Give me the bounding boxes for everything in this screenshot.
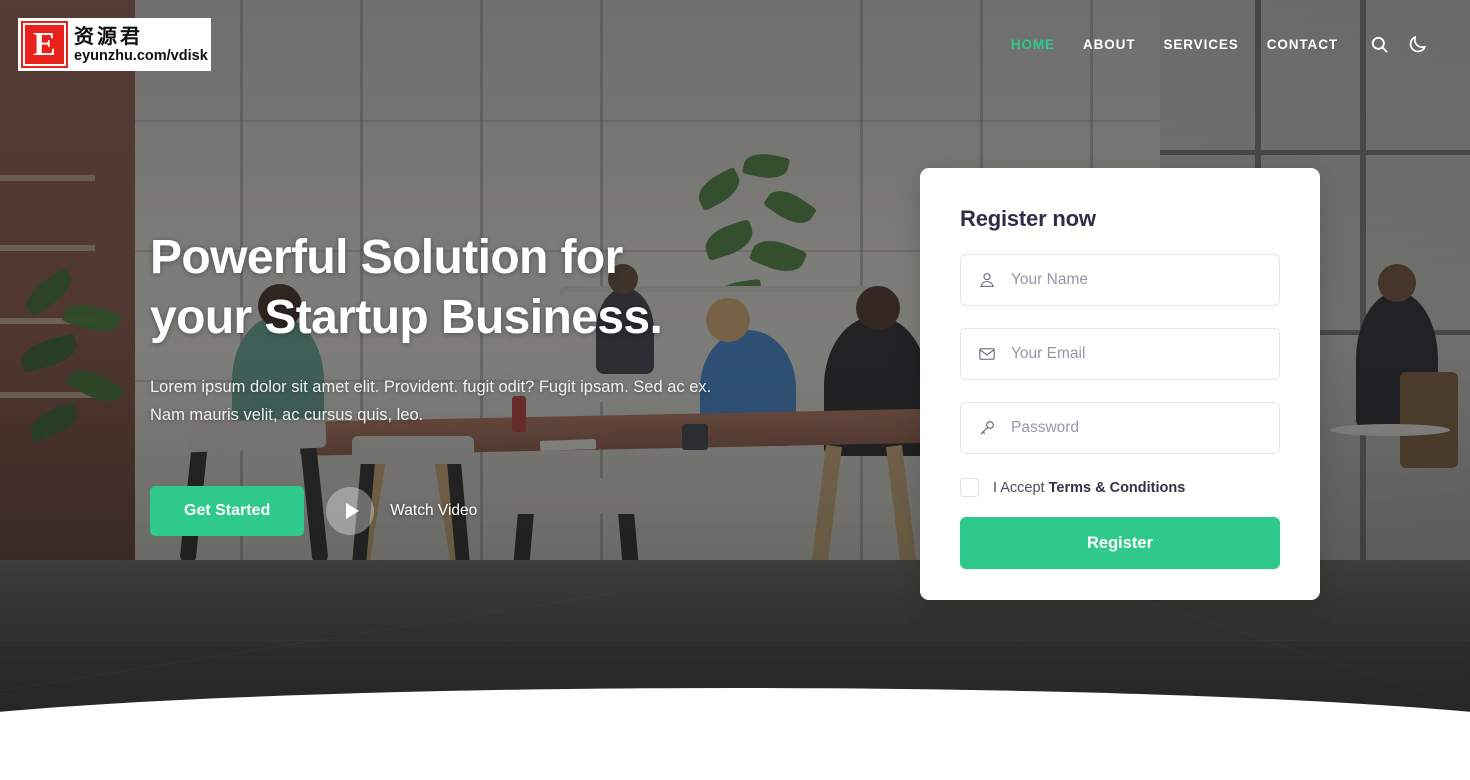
hero-content: Powerful Solution for your Startup Busin… [150, 228, 790, 536]
terms-prefix: I Accept [993, 479, 1049, 496]
nav-item-home[interactable]: HOME [997, 31, 1069, 58]
nav-item-about[interactable]: ABOUT [1069, 31, 1150, 58]
get-started-button[interactable]: Get Started [150, 485, 305, 536]
watch-video-label: Watch Video [390, 501, 478, 519]
hero-cta-row: Get Started Watch Video [150, 485, 790, 536]
hero-title-line2: your Startup Business. [150, 290, 663, 344]
hero-title: Powerful Solution for your Startup Busin… [150, 228, 790, 347]
watermark-chinese-name: 资源君 [74, 23, 143, 48]
register-submit-button[interactable]: Register [960, 517, 1280, 569]
nav-item-services[interactable]: SERVICES [1149, 31, 1252, 58]
password-field-wrapper[interactable] [960, 402, 1280, 454]
terms-label: I Accept Terms & Conditions [993, 480, 1185, 496]
envelope-icon [977, 344, 997, 364]
name-input[interactable] [1011, 271, 1263, 289]
watermark-overlay: E 资源君 eyunzhu.com/vdisk [18, 18, 211, 71]
nav-item-contact[interactable]: CONTACT [1253, 31, 1352, 58]
watermark-url: eyunzhu.com/vdisk [74, 47, 208, 64]
play-icon[interactable] [326, 486, 375, 535]
bottom-curve-divider [0, 688, 1470, 780]
hero-subtitle: Lorem ipsum dolor sit amet elit. Provide… [150, 378, 712, 425]
terms-link[interactable]: Terms & Conditions [1049, 480, 1186, 496]
watermark-text: 资源君 eyunzhu.com/vdisk [74, 26, 208, 64]
terms-checkbox[interactable] [960, 478, 979, 497]
email-input[interactable] [1011, 345, 1263, 363]
search-icon[interactable] [1366, 31, 1392, 57]
user-icon [977, 270, 997, 290]
main-navigation: HOME ABOUT SERVICES CONTACT [997, 31, 1430, 58]
header-icon-group [1366, 31, 1430, 57]
landing-page: SpaceDesk HOME ABOUT SERVICES CONTACT [0, 0, 1470, 780]
watermark-logo-letter: E [21, 21, 68, 68]
hero-title-line1: Powerful Solution for [150, 231, 623, 284]
email-field-wrapper[interactable] [960, 328, 1280, 380]
terms-row: I Accept Terms & Conditions [960, 478, 1280, 497]
register-card-title: Register now [960, 206, 1096, 231]
moon-icon[interactable] [1404, 31, 1430, 57]
site-header: SpaceDesk HOME ABOUT SERVICES CONTACT [0, 0, 1470, 88]
name-field-wrapper[interactable] [960, 254, 1280, 306]
watch-video-button[interactable]: Watch Video [326, 486, 478, 535]
password-input[interactable] [1011, 419, 1263, 437]
register-card: Register now Your Name Your Email I Acce… [920, 168, 1320, 600]
key-icon [977, 418, 997, 438]
